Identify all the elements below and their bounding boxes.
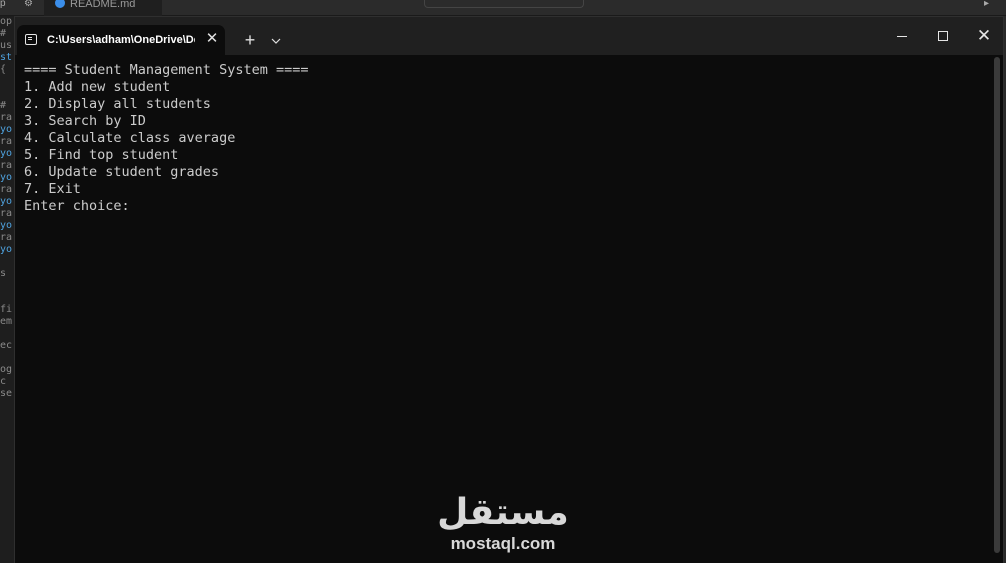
background-code-fragment: ra bbox=[0, 232, 13, 243]
background-code-fragment: op bbox=[0, 16, 13, 27]
console-line: 5. Find top student bbox=[24, 147, 179, 163]
console-prompt: Enter choice: bbox=[24, 198, 130, 214]
background-code-fragment: og bbox=[0, 364, 13, 375]
chevron-down-icon bbox=[271, 38, 281, 44]
watermark: مستقل mostaql.com bbox=[414, 492, 592, 556]
background-menu-glyph: p bbox=[0, 0, 6, 9]
terminal-titlebar[interactable]: C:\Users\adham\OneDrive\De ✕ + ✕ bbox=[15, 17, 1003, 55]
background-code-fragment: # bbox=[0, 100, 7, 111]
background-code-fragment: yo bbox=[0, 196, 13, 207]
watermark-logo-arabic: مستقل bbox=[437, 492, 569, 533]
background-code-fragment bbox=[0, 328, 14, 340]
background-code-fragment: # bbox=[0, 28, 7, 39]
background-code-fragment: yo bbox=[0, 220, 13, 231]
console-line: 7. Exit bbox=[24, 181, 81, 197]
background-code-fragment: ec bbox=[0, 340, 13, 351]
background-code-fragment: c bbox=[0, 376, 7, 387]
background-code-fragment: ra bbox=[0, 184, 13, 195]
background-code-fragment: ra bbox=[0, 160, 13, 171]
background-gear-icon: ⚙ bbox=[24, 0, 33, 9]
background-editor-tab[interactable]: README.md bbox=[44, 0, 162, 16]
background-code-fragment bbox=[0, 88, 14, 100]
background-run-icon: ▸ bbox=[984, 0, 990, 9]
close-window-button[interactable]: ✕ bbox=[964, 23, 1004, 49]
background-code-fragment bbox=[0, 292, 14, 304]
console-line: 3. Search by ID bbox=[24, 113, 146, 129]
info-icon bbox=[55, 0, 65, 8]
background-code-fragment: em bbox=[0, 316, 13, 327]
new-tab-button[interactable]: + bbox=[239, 29, 261, 51]
background-editor-topbar: p ⚙ README.md ▸ bbox=[0, 0, 1006, 16]
terminal-window: C:\Users\adham\OneDrive\De ✕ + ✕ ==== St… bbox=[14, 16, 1004, 563]
background-code-fragment: ra bbox=[0, 208, 13, 219]
close-tab-icon[interactable]: ✕ bbox=[203, 30, 221, 48]
console-line: 1. Add new student bbox=[24, 79, 171, 95]
background-code-fragment: ra bbox=[0, 112, 13, 123]
background-code-fragment: yo bbox=[0, 172, 13, 183]
background-code-fragment: us bbox=[0, 40, 13, 51]
background-code-fragment: { bbox=[0, 64, 7, 75]
background-code-fragment bbox=[0, 352, 14, 364]
background-code-fragment: ra bbox=[0, 136, 13, 147]
background-code-fragment bbox=[0, 256, 14, 268]
scrollbar-thumb[interactable] bbox=[994, 57, 1000, 553]
console-line: 2. Display all students bbox=[24, 96, 211, 112]
background-code-fragment bbox=[0, 76, 14, 88]
minimize-icon bbox=[897, 36, 907, 37]
background-code-fragment bbox=[0, 280, 14, 292]
background-command-center[interactable] bbox=[424, 0, 584, 8]
console-line: 4. Calculate class average bbox=[24, 130, 236, 146]
maximize-icon bbox=[938, 31, 948, 41]
console-line: 6. Update student grades bbox=[24, 164, 220, 180]
background-code-fragment: s bbox=[0, 268, 7, 279]
terminal-icon bbox=[25, 34, 37, 45]
terminal-tab[interactable]: C:\Users\adham\OneDrive\De ✕ bbox=[17, 25, 225, 55]
background-code-fragment: yo bbox=[0, 124, 13, 135]
background-code-fragment: se bbox=[0, 388, 13, 399]
background-code-fragment: yo bbox=[0, 244, 13, 255]
tab-dropdown-button[interactable] bbox=[265, 29, 287, 51]
background-tab-label: README.md bbox=[70, 0, 136, 10]
minimize-button[interactable] bbox=[882, 23, 922, 49]
tab-title: C:\Users\adham\OneDrive\De bbox=[47, 34, 195, 46]
console-line: ==== Student Management System ==== bbox=[24, 62, 309, 78]
console-scrollbar[interactable] bbox=[993, 55, 1001, 563]
background-code-fragment: st bbox=[0, 52, 13, 63]
background-code-gutter: op # us st{# ra yo ra yo ra yo ra yo ra yo ra yo s fi em ec… bbox=[0, 16, 14, 563]
background-code-fragment: yo bbox=[0, 148, 13, 159]
watermark-logo-latin: mostaql.com bbox=[450, 534, 556, 553]
maximize-button[interactable] bbox=[923, 23, 963, 49]
console-output[interactable]: ==== Student Management System ==== 1. A… bbox=[24, 62, 984, 215]
background-code-fragment: fi bbox=[0, 304, 13, 315]
